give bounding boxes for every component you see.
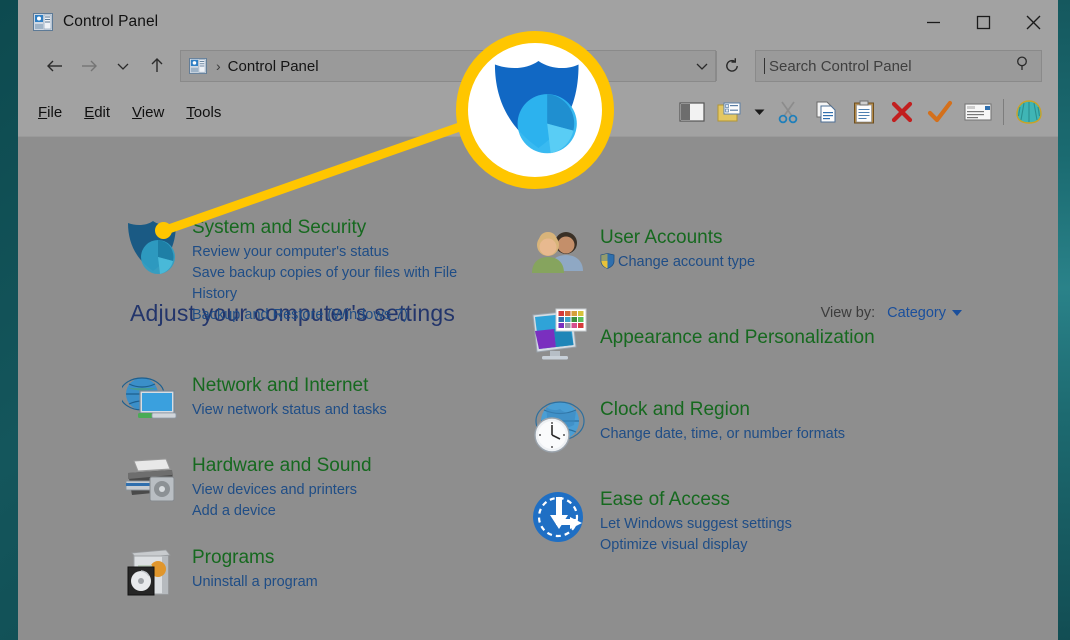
category-hardware-and-sound: Hardware and Sound View devices and prin…: [122, 455, 372, 522]
search-input[interactable]: Search Control Panel: [755, 50, 1042, 82]
menu-item-view[interactable]: View: [132, 104, 164, 121]
category-title[interactable]: Ease of Access: [600, 489, 792, 511]
network-globe-monitor-icon[interactable]: [122, 375, 180, 427]
category-title[interactable]: Programs: [192, 547, 318, 569]
cut-scissors-icon[interactable]: [769, 92, 807, 132]
category-body: Programs Uninstall a program: [192, 547, 318, 603]
content-area: Adjust your computer's settings View by:…: [18, 137, 1058, 640]
search-icon[interactable]: [1015, 55, 1032, 77]
menu-item-edit[interactable]: Edit: [84, 104, 110, 121]
copy-icon[interactable]: [807, 92, 845, 132]
maximize-button[interactable]: [958, 0, 1008, 44]
delete-x-icon[interactable]: [883, 92, 921, 132]
forward-button[interactable]: [72, 51, 106, 81]
desktop-background: Control Panel › Control Panel Search Con…: [0, 0, 1070, 640]
category-body: System and Security Review your computer…: [192, 217, 504, 326]
menu-item-file[interactable]: File: [38, 104, 62, 121]
shell-icon[interactable]: [1010, 92, 1048, 132]
up-button[interactable]: [140, 51, 174, 81]
category-programs: Programs Uninstall a program: [122, 547, 318, 603]
control-panel-icon: [189, 58, 207, 74]
category-title[interactable]: Hardware and Sound: [192, 455, 372, 477]
text-caret: [764, 58, 765, 74]
view-by-value[interactable]: Category: [887, 305, 946, 321]
address-field[interactable]: › Control Panel: [180, 50, 716, 82]
callout-highlight-circle: [456, 31, 614, 189]
search-placeholder: Search Control Panel: [769, 57, 912, 75]
minimize-button[interactable]: [908, 0, 958, 44]
back-button[interactable]: [38, 51, 72, 81]
category-link[interactable]: Change account type: [600, 252, 755, 276]
category-link[interactable]: Optimize visual display: [600, 535, 792, 556]
category-body: User Accounts Change account type: [600, 227, 755, 281]
category-body: Clock and Region Change date, time, or n…: [600, 399, 845, 457]
category-link[interactable]: Add a device: [192, 501, 372, 522]
window-controls: [908, 0, 1058, 44]
category-title[interactable]: Clock and Region: [600, 399, 845, 421]
chevron-down-icon[interactable]: [689, 52, 715, 80]
shield-security-icon: [483, 54, 587, 167]
category-body: Appearance and Personalization: [600, 305, 875, 363]
software-box-cd-icon[interactable]: [122, 547, 180, 603]
ease-of-access-icon[interactable]: [530, 489, 588, 556]
uac-shield-icon: [600, 252, 615, 276]
category-link[interactable]: Uninstall a program: [192, 572, 318, 593]
printer-icon[interactable]: [122, 455, 180, 522]
properties-icon[interactable]: [711, 92, 749, 132]
refresh-button[interactable]: [716, 51, 747, 81]
callout-anchor-dot: [155, 222, 172, 239]
category-link[interactable]: Review your computer's status: [192, 242, 504, 263]
chevron-down-icon[interactable]: [952, 310, 962, 316]
category-title[interactable]: Appearance and Personalization: [600, 327, 875, 349]
category-appearance-and-personalization: Appearance and Personalization: [530, 305, 875, 363]
mail-envelope-icon[interactable]: [959, 92, 997, 132]
toolbar: [673, 88, 1048, 136]
category-system-and-security: System and Security Review your computer…: [122, 217, 504, 326]
checkmark-icon[interactable]: [921, 92, 959, 132]
category-link[interactable]: Backup and Restore (Windows 7): [192, 305, 504, 326]
category-link[interactable]: Let Windows suggest settings: [600, 514, 792, 535]
category-body: Ease of Access Let Windows suggest setti…: [600, 489, 792, 556]
category-title[interactable]: Network and Internet: [192, 375, 387, 397]
recent-locations-button[interactable]: [106, 51, 140, 81]
category-ease-of-access: Ease of Access Let Windows suggest setti…: [530, 489, 792, 556]
category-title[interactable]: User Accounts: [600, 227, 755, 249]
preview-pane-icon[interactable]: [673, 92, 711, 132]
category-title[interactable]: System and Security: [192, 217, 504, 239]
close-button[interactable]: [1008, 0, 1058, 44]
category-link[interactable]: View network status and tasks: [192, 400, 387, 421]
category-body: Hardware and Sound View devices and prin…: [192, 455, 372, 522]
control-panel-icon: [33, 13, 53, 31]
user-accounts-people-icon[interactable]: [530, 227, 588, 281]
category-link[interactable]: View devices and printers: [192, 480, 372, 501]
category-link[interactable]: Save backup copies of your files with Fi…: [192, 263, 504, 305]
category-network-and-internet: Network and Internet View network status…: [122, 375, 387, 427]
clock-globe-icon[interactable]: [530, 399, 588, 457]
menu-item-tools[interactable]: Tools: [186, 104, 221, 121]
category-link[interactable]: Change date, time, or number formats: [600, 424, 845, 445]
appearance-monitor-icon[interactable]: [530, 305, 588, 363]
category-body: Network and Internet View network status…: [192, 375, 387, 427]
breadcrumb-control-panel[interactable]: Control Panel: [228, 58, 319, 75]
category-link-text: Change account type: [618, 253, 756, 270]
toolbar-separator: [1003, 99, 1004, 125]
category-user-accounts: User Accounts Change account type: [530, 227, 755, 281]
breadcrumb-separator: ›: [216, 58, 221, 74]
paste-clipboard-icon[interactable]: [845, 92, 883, 132]
window-title: Control Panel: [63, 13, 159, 30]
properties-dropdown-icon[interactable]: [749, 92, 769, 132]
category-clock-and-region: Clock and Region Change date, time, or n…: [530, 399, 845, 457]
